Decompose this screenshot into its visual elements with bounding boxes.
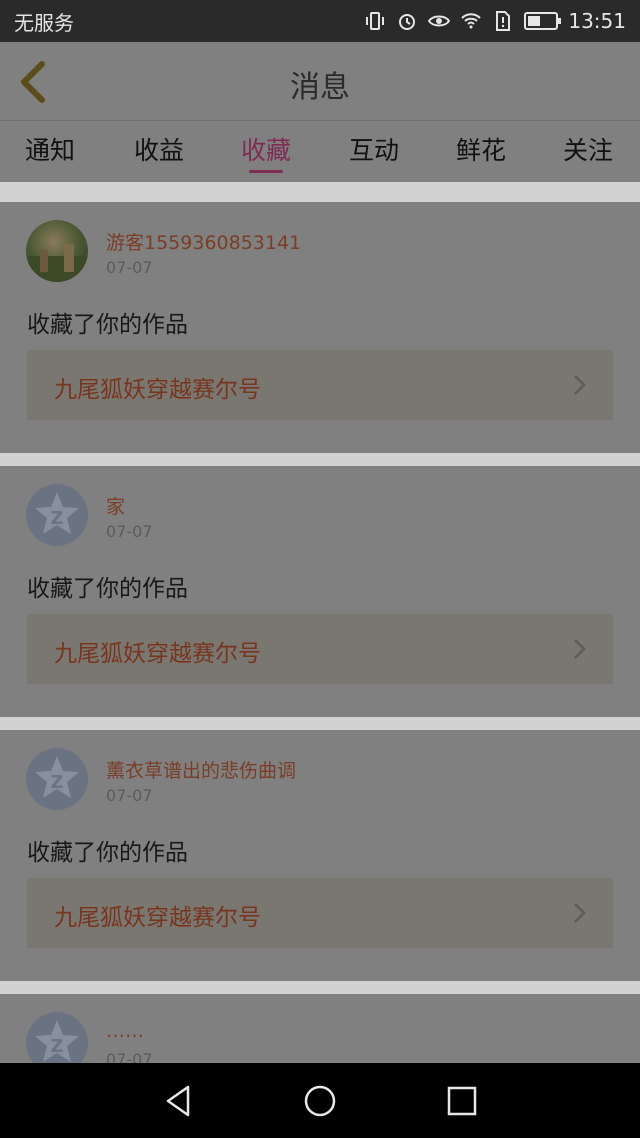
action-text: 收藏了你的作品 <box>27 576 188 602</box>
username[interactable]: 薰衣草谱出的悲伤曲调 <box>106 756 296 783</box>
tab-notifications[interactable]: 通知 <box>0 131 100 167</box>
username[interactable]: 游客1559360853141 <box>106 228 301 255</box>
vibrate-icon <box>364 10 386 32</box>
work-title: 九尾狐妖穿越赛尔号 <box>54 377 261 403</box>
default-avatar-icon: Z <box>35 1020 79 1062</box>
active-tab-indicator <box>249 170 283 173</box>
chevron-right-icon <box>574 903 586 923</box>
alarm-icon <box>396 10 418 32</box>
avatar[interactable]: Z <box>26 484 88 546</box>
list-item: 游客1559360853141 07-07 收藏了你的作品 九尾狐妖穿越赛尔号 <box>0 202 640 453</box>
status-icons: 13:51 <box>364 9 626 33</box>
app-screen: 消息 通知 收益 收藏 互动 鲜花 关注 游客1559360853141 07-… <box>0 42 640 1063</box>
timestamp: 07-07 <box>106 522 153 541</box>
username[interactable]: 家 <box>106 492 125 519</box>
eye-icon <box>428 10 451 32</box>
tab-bar: 通知 收益 收藏 互动 鲜花 关注 <box>0 120 640 182</box>
tab-earnings[interactable]: 收益 <box>109 131 209 167</box>
chevron-right-icon <box>574 639 586 659</box>
chevron-right-icon <box>574 375 586 395</box>
svg-text:Z: Z <box>50 772 63 793</box>
clock-time: 13:51 <box>568 9 626 33</box>
system-nav-bar <box>0 1063 640 1138</box>
list-item: Z 家 07-07 收藏了你的作品 九尾狐妖穿越赛尔号 <box>0 466 640 717</box>
avatar[interactable] <box>26 220 88 282</box>
tab-flowers[interactable]: 鲜花 <box>431 131 531 167</box>
page-title: 消息 <box>290 70 350 105</box>
default-avatar-icon: Z <box>35 492 79 534</box>
action-text: 收藏了你的作品 <box>27 840 188 866</box>
battery-icon <box>524 12 562 30</box>
timestamp: 07-07 <box>106 258 153 277</box>
tab-favorites[interactable]: 收藏 <box>216 131 316 167</box>
work-link[interactable]: 九尾狐妖穿越赛尔号 <box>27 878 613 948</box>
avatar[interactable]: Z <box>26 748 88 810</box>
circle-home-icon[interactable] <box>302 1083 338 1119</box>
work-title: 九尾狐妖穿越赛尔号 <box>54 641 261 667</box>
work-link[interactable]: 九尾狐妖穿越赛尔号 <box>27 350 613 420</box>
wifi-icon <box>460 10 482 32</box>
action-text: 收藏了你的作品 <box>27 312 188 338</box>
top-bar: 消息 <box>0 42 640 120</box>
list-item: Z …… 07-07 <box>0 994 640 1063</box>
triangle-back-icon[interactable] <box>160 1083 196 1119</box>
default-avatar-icon: Z <box>35 756 79 798</box>
work-link[interactable]: 九尾狐妖穿越赛尔号 <box>27 614 613 684</box>
tab-interactions[interactable]: 互动 <box>324 131 424 167</box>
timestamp: 07-07 <box>106 1050 153 1063</box>
sim-alert-icon <box>492 10 514 32</box>
tab-following[interactable]: 关注 <box>538 131 638 167</box>
avatar[interactable]: Z <box>26 1012 88 1063</box>
username[interactable]: …… <box>106 1020 144 1042</box>
timestamp: 07-07 <box>106 786 153 805</box>
square-recent-icon[interactable] <box>444 1083 480 1119</box>
svg-text:Z: Z <box>50 1036 63 1057</box>
list-item: Z 薰衣草谱出的悲伤曲调 07-07 收藏了你的作品 九尾狐妖穿越赛尔号 <box>0 730 640 981</box>
work-title: 九尾狐妖穿越赛尔号 <box>54 905 261 931</box>
svg-text:Z: Z <box>50 508 63 529</box>
status-bar: 无服务 13:51 <box>0 0 640 42</box>
carrier-text: 无服务 <box>14 10 74 35</box>
